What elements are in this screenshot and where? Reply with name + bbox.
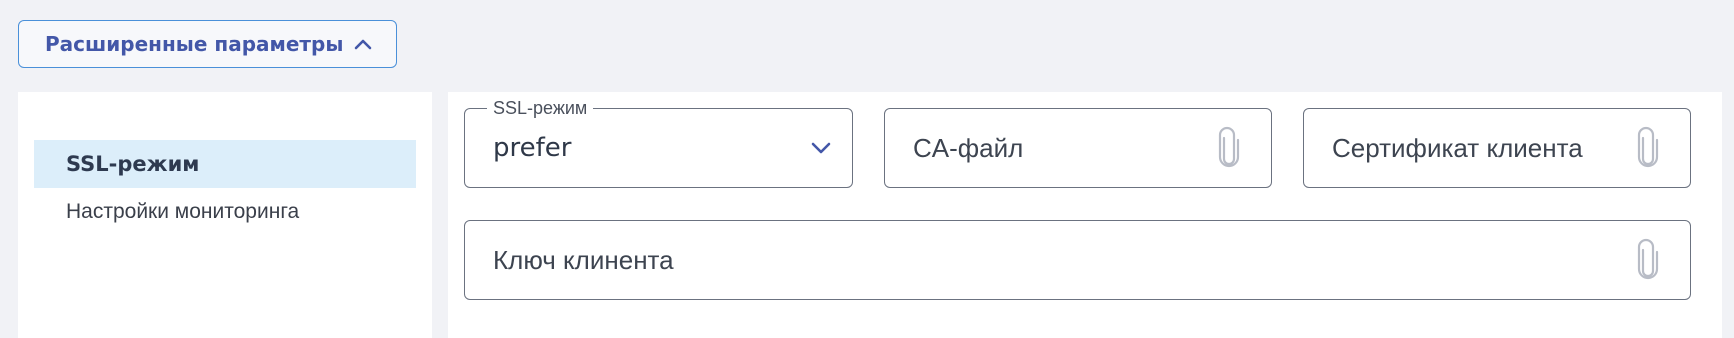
sidebar-item-monitoring-settings[interactable]: Настройки мониторинга <box>34 188 416 236</box>
client-key-field[interactable]: Ключ клинента <box>464 220 1691 300</box>
sidebar-item-ssl-mode[interactable]: SSL-режим <box>34 140 416 188</box>
sidebar-item-label: Настройки мониторинга <box>66 200 300 223</box>
ssl-settings-panel: SSL-режим prefer CA-файл Сертификат клие… <box>448 92 1722 338</box>
client-key-placeholder: Ключ клинента <box>493 244 674 275</box>
paperclip-icon[interactable] <box>1636 126 1660 170</box>
ca-file-field[interactable]: CA-файл <box>884 108 1272 188</box>
chevron-down-icon <box>810 141 832 155</box>
chevron-up-icon <box>353 37 373 51</box>
ssl-mode-select[interactable]: SSL-режим prefer <box>464 97 853 188</box>
advanced-params-label: Расширенные параметры <box>45 32 344 56</box>
ca-file-placeholder: CA-файл <box>913 132 1024 163</box>
ssl-mode-legend: SSL-режим <box>487 97 594 119</box>
paperclip-icon[interactable] <box>1217 126 1241 170</box>
ssl-mode-value: prefer <box>493 133 572 163</box>
sidebar-item-label: SSL-режим <box>66 152 200 176</box>
paperclip-icon[interactable] <box>1636 238 1660 282</box>
client-cert-placeholder: Сертификат клиента <box>1332 132 1583 163</box>
advanced-params-button[interactable]: Расширенные параметры <box>18 20 397 68</box>
client-cert-field[interactable]: Сертификат клиента <box>1303 108 1691 188</box>
settings-sidebar: SSL-режим Настройки мониторинга <box>18 92 432 338</box>
